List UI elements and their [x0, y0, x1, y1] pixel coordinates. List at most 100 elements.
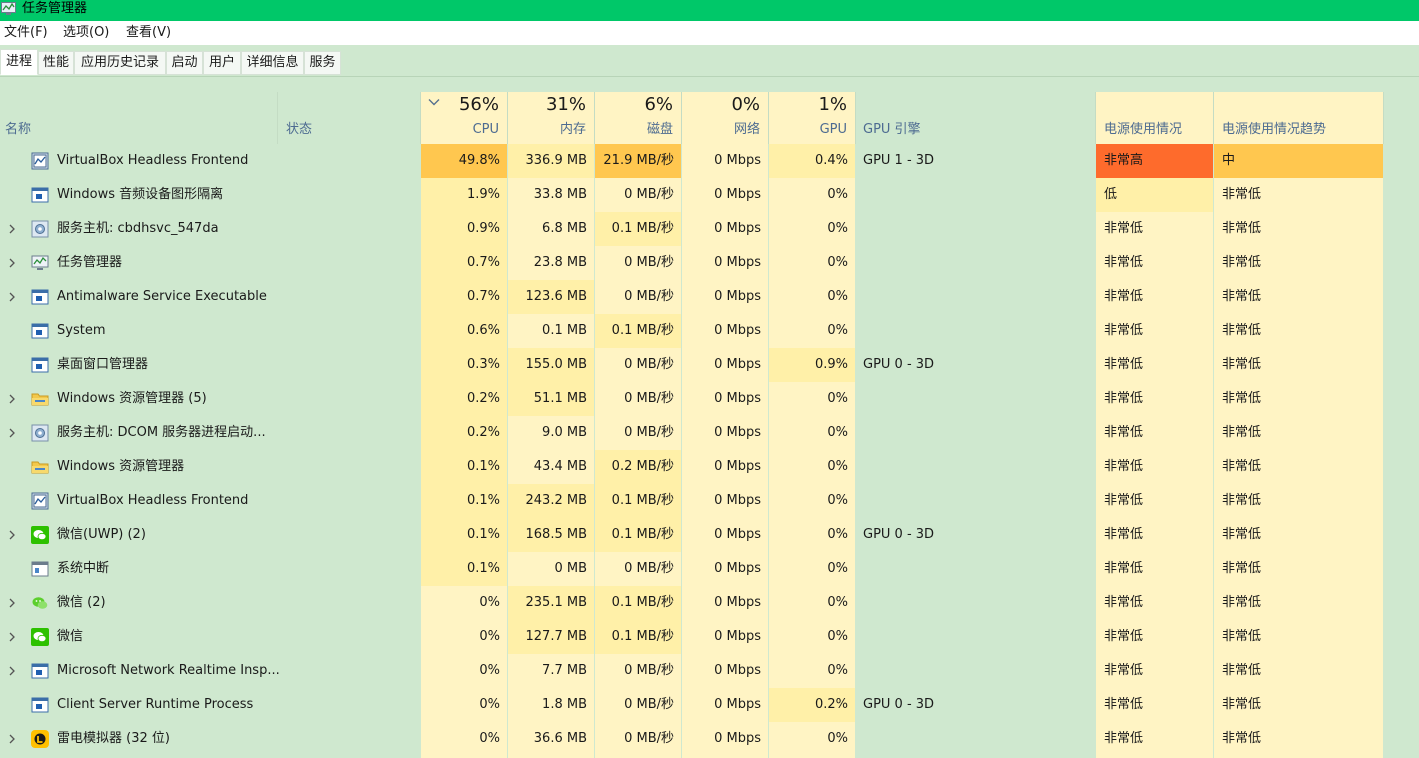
gpu-engine-cell	[863, 314, 1091, 348]
network-cell: 0 Mbps	[714, 731, 761, 746]
gpu-cell: 0%	[827, 187, 848, 202]
virtualbox-icon	[31, 492, 49, 510]
column-separator[interactable]	[855, 92, 856, 144]
network-cell: 0 Mbps	[714, 493, 761, 508]
power-trend-cell: 非常低	[1222, 357, 1262, 372]
gpu-cell: 0%	[827, 561, 848, 576]
column-header-disk[interactable]: 磁盘	[595, 122, 673, 138]
disk-cell: 0 MB/秒	[624, 425, 674, 440]
app-window-icon	[31, 356, 49, 374]
memory-cell: 155.0 MB	[508, 348, 594, 382]
table-row[interactable]: 任务管理器 0.7% 23.8 MB 0 MB/秒 0 Mbps 0% 非常低 非常低	[0, 246, 1419, 280]
power-trend-cell: 非常低	[1222, 731, 1262, 746]
cpu-cell: 0%	[479, 629, 500, 644]
table-row[interactable]: Microsoft Network Realtime Insp... 0% 7.7 …	[0, 654, 1419, 688]
table-row[interactable]: Client Server Runtime Process 0% 1.8 MB 0 M…	[0, 688, 1419, 722]
menu-options[interactable]: 选项(O)	[63, 25, 109, 41]
process-name: 系统中断	[57, 561, 110, 576]
table-row[interactable]: 微信 (2) 0% 235.1 MB 0.1 MB/秒 0 Mbps 0% 非常低 非常低	[0, 586, 1419, 620]
process-name: 服务主机: DCOM 服务器进程启动...	[57, 425, 266, 440]
content-divider	[0, 76, 1419, 77]
tab-users[interactable]: 用户	[203, 51, 241, 75]
power-usage-cell: 非常低	[1104, 527, 1144, 542]
tab-bar: 进程 性能 应用历史记录 启动 用户 详细信息 服务	[0, 45, 1419, 76]
gpu-total-percent[interactable]: 1%	[769, 94, 847, 116]
column-separator[interactable]	[1095, 92, 1096, 144]
network-cell: 0 Mbps	[714, 459, 761, 474]
gpu-cell: 0%	[827, 255, 848, 270]
memory-cell: 0.1 MB	[542, 323, 587, 338]
gpu-engine-cell	[863, 620, 1091, 654]
expand-chevron-icon[interactable]	[6, 223, 18, 235]
cpu-cell: 0.2%	[421, 416, 507, 450]
gpu-cell: 0.9%	[769, 348, 855, 382]
power-usage-cell: 非常低	[1104, 459, 1144, 474]
column-header-power-trend[interactable]: 电源使用情况趋势	[1222, 122, 1326, 138]
network-total-percent[interactable]: 0%	[682, 94, 760, 116]
disk-total-percent[interactable]: 6%	[595, 94, 673, 116]
tab-processes[interactable]: 进程	[0, 49, 38, 75]
table-row[interactable]: Windows 资源管理器 0.1% 43.4 MB 0.2 MB/秒 0 Mbps 0%…	[0, 450, 1419, 484]
app-window-icon	[31, 322, 49, 340]
gpu-engine-cell	[863, 280, 1091, 314]
tab-app-history[interactable]: 应用历史记录	[74, 51, 166, 75]
process-name: Windows 资源管理器 (5)	[57, 391, 207, 406]
column-header-status[interactable]: 状态	[286, 122, 312, 138]
expand-chevron-icon[interactable]	[6, 393, 18, 405]
expand-chevron-icon[interactable]	[6, 733, 18, 745]
expand-chevron-icon[interactable]	[6, 257, 18, 269]
table-row[interactable]: 微信(UWP) (2) 0.1% 168.5 MB 0.1 MB/秒 0 Mbps 0% G…	[0, 518, 1419, 552]
table-row[interactable]: Antimalware Service Executable 0.7% 123.6 …	[0, 280, 1419, 314]
table-row[interactable]: 桌面窗口管理器 0.3% 155.0 MB 0 MB/秒 0 Mbps 0.9% GPU 0…	[0, 348, 1419, 382]
table-row[interactable]: 服务主机: DCOM 服务器进程启动... 0.2% 9.0 MB 0 MB/秒 0 M…	[0, 416, 1419, 450]
table-row[interactable]: VirtualBox Headless Frontend 0.1% 243.2 MB…	[0, 484, 1419, 518]
gpu-engine-cell	[863, 654, 1091, 688]
column-header-name[interactable]: 名称	[5, 122, 31, 138]
power-usage-cell: 非常低	[1104, 595, 1144, 610]
power-usage-cell: 非常低	[1104, 561, 1144, 576]
tab-performance[interactable]: 性能	[38, 51, 74, 75]
tab-details[interactable]: 详细信息	[241, 51, 304, 75]
column-separator[interactable]	[277, 92, 278, 144]
table-row[interactable]: System 0.6% 0.1 MB 0.1 MB/秒 0 Mbps 0% 非常低 非常低	[0, 314, 1419, 348]
power-usage-cell: 非常低	[1104, 697, 1144, 712]
column-separator[interactable]	[1383, 92, 1384, 144]
column-separator[interactable]	[1213, 92, 1214, 144]
gpu-engine-cell	[863, 552, 1091, 586]
memory-cell: 7.7 MB	[542, 663, 587, 678]
power-usage-cell: 低	[1096, 178, 1213, 212]
column-header-gpu-engine[interactable]: GPU 引擎	[863, 122, 921, 138]
expand-chevron-icon[interactable]	[6, 597, 18, 609]
system-interrupt-icon	[31, 560, 49, 578]
expand-chevron-icon[interactable]	[6, 529, 18, 541]
memory-total-percent[interactable]: 31%	[508, 94, 586, 116]
expand-chevron-icon[interactable]	[6, 291, 18, 303]
disk-cell: 0.2 MB/秒	[595, 450, 681, 484]
gpu-cell: 0%	[827, 323, 848, 338]
column-header-gpu[interactable]: GPU	[769, 122, 847, 138]
table-row[interactable]: 系统中断 0.1% 0 MB 0 MB/秒 0 Mbps 0% 非常低 非常低	[0, 552, 1419, 586]
expand-chevron-icon[interactable]	[6, 427, 18, 439]
column-header-memory[interactable]: 内存	[508, 122, 586, 138]
column-header-power[interactable]: 电源使用情况	[1104, 122, 1182, 138]
column-header-cpu[interactable]: CPU	[421, 122, 499, 138]
gpu-cell: 0%	[827, 459, 848, 474]
tab-services[interactable]: 服务	[304, 51, 341, 75]
table-row[interactable]: 微信 0% 127.7 MB 0.1 MB/秒 0 Mbps 0% 非常低 非常低	[0, 620, 1419, 654]
expand-chevron-icon[interactable]	[6, 631, 18, 643]
column-header-network[interactable]: 网络	[682, 122, 760, 138]
power-trend-cell: 非常低	[1222, 255, 1262, 270]
folder-icon	[31, 458, 49, 476]
gpu-cell: 0%	[827, 425, 848, 440]
table-row[interactable]: Windows 资源管理器 (5) 0.2% 51.1 MB 0 MB/秒 0 Mbps…	[0, 382, 1419, 416]
menu-file[interactable]: 文件(F)	[4, 25, 48, 41]
table-row[interactable]: Windows 音频设备图形隔离 1.9% 33.8 MB 0 MB/秒 0 Mbps 0…	[0, 178, 1419, 212]
table-row[interactable]: VirtualBox Headless Frontend 49.8% 336.9 M…	[0, 144, 1419, 178]
table-row[interactable]: 雷电模拟器 (32 位) 0% 36.6 MB 0 MB/秒 0 Mbps 0% 非常低 非常…	[0, 722, 1419, 756]
memory-cell: 336.9 MB	[508, 144, 594, 178]
menu-view[interactable]: 查看(V)	[126, 25, 171, 41]
table-row[interactable]: 服务主机: cbdhsvc_547da 0.9% 6.8 MB 0.1 MB/秒 0 M…	[0, 212, 1419, 246]
cpu-total-percent[interactable]: 56%	[421, 94, 499, 116]
tab-startup[interactable]: 启动	[166, 51, 203, 75]
expand-chevron-icon[interactable]	[6, 665, 18, 677]
